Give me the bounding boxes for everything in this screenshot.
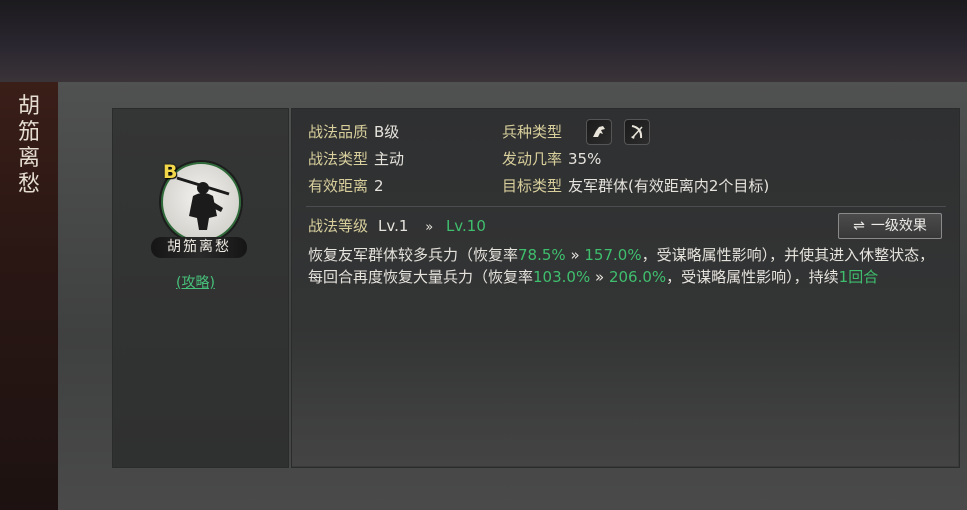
- toggle-button-label: 一级效果: [870, 218, 927, 234]
- skill-grade-badge: B: [163, 161, 178, 183]
- trigger-rate-value: 35%: [568, 150, 602, 168]
- level-effect-toggle-button[interactable]: ⇌ 一级效果: [838, 213, 942, 239]
- target-type-value: 友军群体(有效距离内2个目标): [568, 177, 770, 195]
- archer-icon[interactable]: [624, 119, 650, 145]
- swap-icon: ⇌: [853, 218, 865, 234]
- desc-arrow-2: »: [590, 268, 609, 286]
- troop-type-row: 兵种类型: [502, 122, 562, 142]
- current-level: Lv.1: [378, 217, 409, 235]
- level-arrow-icon: »: [425, 220, 434, 235]
- skill-type-row: 战法类型 主动: [308, 149, 404, 169]
- range-row: 有效距离 2: [308, 176, 384, 196]
- next-level: Lv.10: [445, 217, 486, 235]
- desc-part-3: ，受谋略属性影响），持续: [666, 268, 839, 286]
- quality-label: 战法品质: [308, 123, 369, 141]
- desc-value-2a: 103.0%: [533, 268, 591, 286]
- skill-name-banner: 胡笳离愁: [151, 237, 247, 258]
- desc-value-3: 1回合: [838, 268, 879, 286]
- range-value: 2: [374, 177, 384, 195]
- quality-row: 战法品质 B级: [308, 122, 399, 142]
- skill-level-row: 战法等级 Lv.1 » Lv.10: [308, 216, 486, 238]
- skill-level-label: 战法等级: [308, 217, 369, 235]
- skill-description: 恢复友军群体较多兵力（恢复率78.5% » 157.0%，受谋略属性影响），并使…: [308, 244, 948, 288]
- guide-link[interactable]: (攻略): [176, 272, 215, 292]
- divider: [306, 206, 946, 207]
- troop-type-label: 兵种类型: [502, 123, 563, 141]
- trigger-rate-row: 发动几率 35%: [502, 149, 601, 169]
- skill-type-value: 主动: [374, 150, 405, 168]
- quality-value: B级: [374, 123, 400, 141]
- top-backdrop: [0, 0, 967, 82]
- background-scenery: [292, 330, 958, 466]
- desc-value-1a: 78.5%: [518, 246, 566, 264]
- range-label: 有效距离: [308, 177, 369, 195]
- vertical-skill-title: 胡笳离愁: [17, 94, 40, 197]
- target-type-label: 目标类型: [502, 177, 563, 195]
- skill-type-label: 战法类型: [308, 150, 369, 168]
- desc-part-1: 恢复友军群体较多兵力（恢复率: [308, 246, 519, 264]
- target-type-row: 目标类型 友军群体(有效距离内2个目标): [502, 176, 769, 196]
- desc-value-1b: 157.0%: [584, 246, 642, 264]
- trigger-rate-label: 发动几率: [502, 150, 563, 168]
- desc-value-2b: 206.0%: [608, 268, 667, 286]
- cavalry-icon[interactable]: [586, 119, 612, 145]
- desc-arrow-1: »: [565, 246, 585, 264]
